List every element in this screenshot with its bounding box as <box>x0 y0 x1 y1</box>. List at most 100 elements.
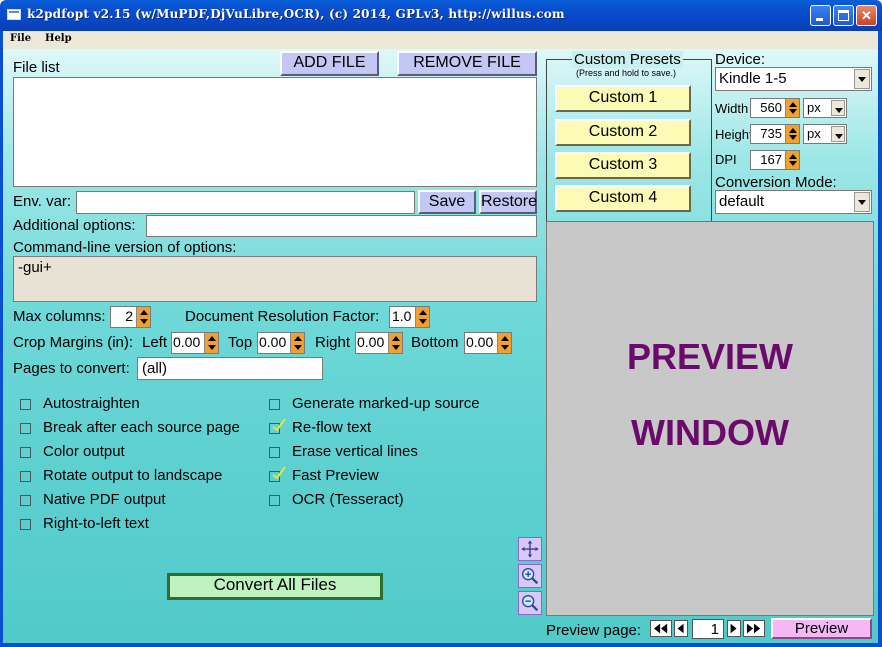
custom-preset-4-button[interactable]: Custom 4 <box>555 185 691 212</box>
preview-window[interactable]: PREVIEW WINDOW <box>546 221 874 616</box>
menu-help[interactable]: Help <box>45 33 72 44</box>
crop-margins-label: Crop Margins (in): <box>13 334 134 351</box>
doc-res-label: Document Resolution Factor: <box>185 308 380 325</box>
dpi-label: DPI <box>715 152 737 167</box>
minimize-button[interactable] <box>810 5 831 26</box>
cmdline-value: -gui+ <box>18 259 52 276</box>
page-number-input[interactable]: 1 <box>692 619 724 639</box>
checkbox-autostraighten[interactable] <box>20 399 31 410</box>
custom-preset-1-button[interactable]: Custom 1 <box>555 85 691 112</box>
conversion-mode-select[interactable]: default <box>715 190 872 214</box>
break-after-page-label: Break after each source page <box>43 419 240 436</box>
zoom-out-button[interactable] <box>518 591 542 615</box>
env-var-label: Env. var: <box>13 193 72 210</box>
doc-res-spinner[interactable]: 1.0 <box>389 306 430 328</box>
title-bar[interactable]: k2pdfopt v2.15 (w/MuPDF,DjVuLibre,OCR), … <box>0 0 882 31</box>
page-navigation: 1 <box>650 619 766 639</box>
crop-left-spinner[interactable]: 0.00 <box>171 332 219 354</box>
zoom-in-icon <box>521 567 539 585</box>
right-to-left-label: Right-to-left text <box>43 515 149 532</box>
additional-options-label: Additional options: <box>13 217 136 234</box>
crop-top-spinner[interactable]: 0.00 <box>257 332 305 354</box>
chevron-down-icon[interactable] <box>854 69 870 89</box>
fast-forward-icon <box>746 623 761 634</box>
checkbox-right-to-left[interactable] <box>20 519 31 530</box>
window-frame-right <box>878 31 882 647</box>
ocr-label: OCR (Tesseract) <box>292 491 404 508</box>
add-file-button[interactable]: ADD FILE <box>280 51 379 76</box>
move-icon <box>521 540 539 558</box>
checkmark-icon <box>272 466 286 480</box>
crop-right-spinner[interactable]: 0.00 <box>355 332 403 354</box>
file-list-label: File list <box>13 59 60 76</box>
height-unit-select[interactable]: px <box>803 124 847 144</box>
window-title: k2pdfopt v2.15 (w/MuPDF,DjVuLibre,OCR), … <box>27 7 565 21</box>
fast-preview-label: Fast Preview <box>292 467 379 484</box>
checkbox-reflow-text[interactable] <box>269 418 286 434</box>
window-frame-bottom <box>0 643 882 647</box>
custom-preset-3-button[interactable]: Custom 3 <box>555 152 691 179</box>
preview-button[interactable]: Preview <box>771 618 872 639</box>
chevron-down-icon[interactable] <box>831 126 845 142</box>
chevron-right-icon <box>730 623 737 634</box>
convert-all-button[interactable]: Convert All Files <box>167 573 383 600</box>
chevron-down-icon[interactable] <box>854 192 870 212</box>
save-button[interactable]: Save <box>418 190 476 214</box>
restore-button[interactable]: Restore <box>479 190 537 214</box>
pages-label: Pages to convert: <box>13 360 130 377</box>
menu-file[interactable]: File <box>10 33 31 44</box>
preview-page-label: Preview page: <box>546 622 642 639</box>
additional-options-input[interactable] <box>146 215 537 237</box>
crop-right-label: Right <box>315 334 351 351</box>
checkbox-color-output[interactable] <box>20 447 31 458</box>
height-label: Height <box>715 127 753 142</box>
checkbox-erase-vertical-lines[interactable] <box>269 447 280 458</box>
erase-vertical-lines-label: Erase vertical lines <box>292 443 418 460</box>
chevron-down-icon[interactable] <box>831 100 845 116</box>
checkbox-ocr[interactable] <box>269 495 280 506</box>
device-label: Device: <box>715 51 766 68</box>
minimize-icon <box>816 18 823 21</box>
color-output-label: Color output <box>43 443 125 460</box>
env-var-input[interactable] <box>76 191 415 214</box>
last-page-button[interactable] <box>743 620 765 637</box>
custom-presets-title: Custom Presets <box>572 51 683 68</box>
first-page-button[interactable] <box>650 620 672 637</box>
max-columns-spinner[interactable]: 2 <box>110 306 151 328</box>
prev-page-button[interactable] <box>674 620 688 637</box>
native-pdf-label: Native PDF output <box>43 491 166 508</box>
crop-left-label: Left <box>142 334 168 351</box>
crop-bottom-spinner[interactable]: 0.00 <box>464 332 512 354</box>
dpi-spinner[interactable]: 167 <box>750 150 800 170</box>
custom-preset-2-button[interactable]: Custom 2 <box>555 119 691 146</box>
file-list-box[interactable] <box>13 77 537 187</box>
custom-presets-hint: (Press and hold to save.) <box>576 68 677 78</box>
pages-input[interactable]: (all) <box>137 357 323 380</box>
rotate-landscape-label: Rotate output to landscape <box>43 467 223 484</box>
rewind-icon <box>653 623 668 634</box>
maximize-button[interactable] <box>833 5 854 26</box>
zoom-in-button[interactable] <box>518 564 542 588</box>
device-select[interactable]: Kindle 1-5 <box>715 67 872 91</box>
checkbox-native-pdf[interactable] <box>20 495 31 506</box>
reflow-text-label: Re-flow text <box>292 419 372 436</box>
remove-file-button[interactable]: REMOVE FILE <box>397 51 537 76</box>
zoom-out-icon <box>521 594 539 612</box>
checkbox-marked-up-source[interactable] <box>269 399 280 410</box>
close-button[interactable]: ✕ <box>856 5 877 26</box>
cmdline-label: Command-line version of options: <box>13 239 237 256</box>
height-spinner[interactable]: 735 <box>750 124 800 144</box>
next-page-button[interactable] <box>727 620 741 637</box>
crop-top-label: Top <box>228 334 253 351</box>
width-spinner[interactable]: 560 <box>750 98 800 118</box>
preview-title-line1: PREVIEW <box>626 336 794 377</box>
checkbox-fast-preview[interactable] <box>269 466 286 482</box>
checkbox-rotate-landscape[interactable] <box>20 471 31 482</box>
pan-button[interactable] <box>518 537 542 561</box>
app-icon[interactable] <box>7 9 21 20</box>
close-icon: ✕ <box>861 8 872 23</box>
conversion-mode-label: Conversion Mode: <box>715 174 837 191</box>
marked-up-source-label: Generate marked-up source <box>292 395 480 412</box>
checkbox-break-after-page[interactable] <box>20 423 31 434</box>
width-unit-select[interactable]: px <box>803 98 847 118</box>
